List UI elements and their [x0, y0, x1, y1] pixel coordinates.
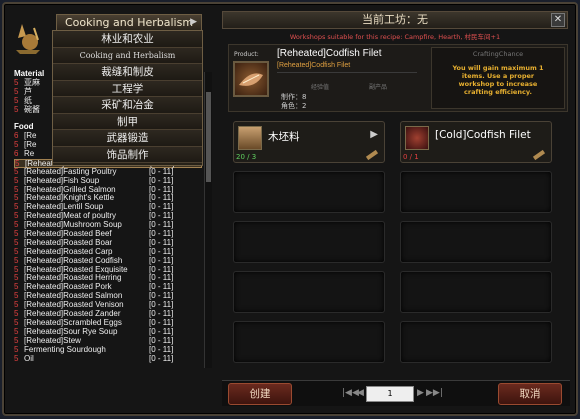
pager: |◀◀ ◀ 1 ▶ ▶▶| — [340, 386, 443, 402]
window-titlebar: 当前工坊：无 ✕ — [222, 11, 568, 29]
recipe-name: Oil — [24, 353, 34, 363]
ingredient-count: 0 / 1 — [403, 153, 419, 161]
divider — [277, 72, 417, 73]
category-option[interactable]: 武器锻造 — [53, 130, 202, 147]
recipe-name: [Reheated]Roasted Beef — [24, 229, 112, 239]
product-name: [Reheated]Codfish Filet — [277, 48, 382, 59]
last-page-icon[interactable]: ▶▶| — [426, 388, 443, 398]
empty-slot — [400, 171, 552, 213]
list-item[interactable]: 5 Fermenting Sourdough [0 - 11] — [14, 344, 202, 355]
recipe-name: Re — [24, 149, 35, 159]
recipe-level: 5 — [14, 353, 19, 363]
category-option[interactable]: 裁缝和制皮 — [53, 64, 202, 81]
ingredient-count: 20 / 3 — [236, 153, 257, 161]
tool-icon — [365, 149, 379, 161]
scrollbar-thumb[interactable] — [206, 92, 211, 182]
recipe-name: [Reheated]Roasted Boar — [24, 237, 113, 247]
recipe-name: [Reheated]Knight's Kettle — [24, 193, 115, 203]
empty-slot — [400, 271, 552, 313]
recipe-name: [Re — [24, 140, 37, 150]
product-subtitle: [Reheated]Codfish Filet — [277, 62, 351, 69]
recipe-name: [Reheated]Mushroom Soup — [24, 220, 122, 230]
chevron-right-icon[interactable]: ▶ — [370, 129, 378, 140]
recipe-name: [Re — [24, 131, 37, 141]
empty-slot — [400, 221, 552, 263]
recipe-name: [Reheated]Fasting Poultry — [24, 166, 117, 176]
recipe-name: [Reheated]Roasted Zander — [24, 309, 121, 319]
crafting-chance-text: You will gain maximum 1 items. Use a pro… — [452, 64, 544, 96]
prev-page-icon[interactable]: ◀ — [357, 388, 364, 398]
category-title: Cooking and Herbalism — [65, 16, 194, 29]
product-panel: Product: [Reheated]Codfish Filet [Reheat… — [228, 44, 568, 112]
empty-slot — [233, 271, 385, 313]
workshop-note: Workshops suitable for this recipe: Camp… — [289, 33, 501, 41]
next-page-icon[interactable]: ▶ — [417, 388, 424, 398]
recipe-name: [Reheated]Roasted Codfish — [24, 255, 123, 265]
page-number-input[interactable]: 1 — [366, 386, 414, 402]
recipe-name: 纸 — [24, 95, 32, 105]
recipe-name: [Reheated]Roasted Exquisite — [24, 264, 128, 274]
herbalism-logo-icon — [12, 20, 44, 56]
ingredient-name: 木坯料 — [268, 131, 300, 143]
empty-slot — [233, 321, 385, 363]
category-option[interactable]: 采矿和冶金 — [53, 97, 202, 114]
wood-blank-icon — [238, 126, 262, 150]
cancel-button[interactable]: 取消 — [498, 383, 562, 405]
category-option[interactable]: 工程学 — [53, 80, 202, 97]
product-label: Product: — [234, 51, 259, 58]
recipe-list-scrollbar[interactable] — [204, 72, 212, 368]
recipe-name: 碗酱 — [24, 104, 40, 114]
recipe-name: [Reheated]Roasted Herring — [24, 273, 122, 283]
crafting-chance-box: CraftingChance You will gain maximum 1 i… — [431, 47, 565, 109]
recipe-name: [Reheated]Roasted Salmon — [24, 291, 123, 301]
workshop-title: 当前工坊：无 — [362, 13, 428, 26]
ingredient-name: [Cold]Codfish Filet — [435, 129, 531, 141]
empty-slot — [400, 321, 552, 363]
empty-slot — [233, 221, 385, 263]
category-dropdown: 林业和农业 Cooking and Herbalism 裁缝和制皮 工程学 采矿和冶金制… — [52, 30, 203, 166]
crafting-chance-header: CraftingChance — [472, 50, 524, 58]
recipe-name: [Reheated]Scrambled Eggs — [24, 317, 122, 327]
recipe-level: 6 — [14, 149, 19, 159]
close-icon[interactable]: ✕ — [551, 13, 565, 27]
recipe-name: [Reheated]Roasted Venison — [24, 300, 124, 310]
ingredient-slot[interactable]: 木坯料 20 / 3 ▶ — [233, 121, 385, 163]
recipe-name: [Reheated]Roasted Carp — [24, 246, 113, 256]
list-item[interactable]: 5 Oil [0 - 11] — [14, 353, 202, 364]
empty-slot — [233, 171, 385, 213]
stat-label-xp: 经验值 — [311, 84, 330, 91]
recipe-name: 芦 — [24, 86, 32, 96]
category-option[interactable]: 林业和农业 — [53, 31, 202, 48]
recipe-name: [Reheated]Meat of poultry — [24, 211, 117, 221]
category-option[interactable]: Cooking and Herbalism — [53, 47, 202, 64]
recipe-range: [0 - 11] — [149, 353, 174, 363]
category-option[interactable]: 饰品制作 — [53, 146, 202, 163]
recipe-name: [Reheated]Fish Soup — [24, 175, 100, 185]
category-selector[interactable]: Cooking and Herbalism ▶ — [56, 14, 202, 31]
recipe-name: [Reheated]Grilled Salmon — [24, 184, 116, 194]
recipe-name: 亚麻 — [24, 77, 40, 87]
stat-character: 角色：2 — [281, 102, 307, 110]
chevron-right-icon: ▶ — [190, 17, 197, 27]
recipe-level: 5 — [14, 104, 19, 114]
codfish-icon — [405, 126, 429, 150]
recipe-name: [Reheated]Roasted Pork — [24, 282, 112, 292]
codfish-filet-icon[interactable] — [233, 61, 269, 97]
recipe-name: [Reheated]Lentil Soup — [24, 202, 104, 212]
tool-icon — [532, 149, 546, 161]
category-option[interactable]: 制甲 — [53, 113, 202, 130]
ingredient-slot[interactable]: [Cold]Codfish Filet 0 / 1 — [400, 121, 552, 163]
stat-label-byproduct: 副产品 — [369, 84, 388, 91]
create-button[interactable]: 创建 — [228, 383, 292, 405]
recipe-name: Fermenting Sourdough — [24, 344, 106, 354]
recipe-name: [Reheated]Stew — [24, 335, 81, 345]
recipe-name: [Reheated]Sour Rye Soup — [24, 326, 118, 336]
